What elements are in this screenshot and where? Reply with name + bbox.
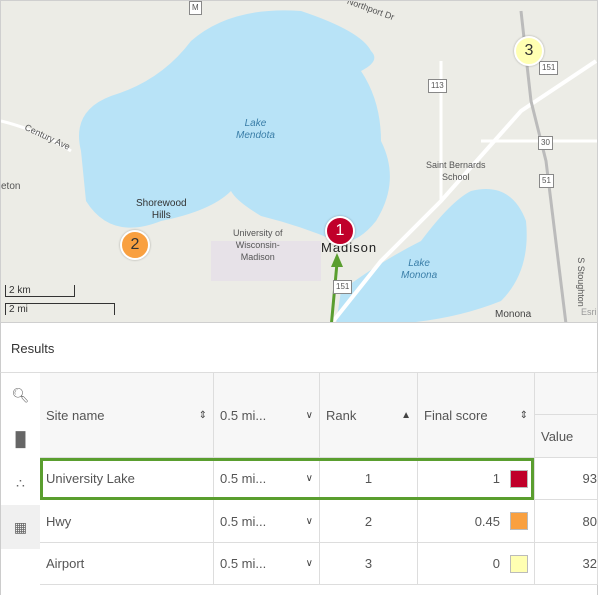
row-2-rank: 2 (320, 500, 418, 543)
header-site-name[interactable]: Site name ⇕ (40, 373, 214, 458)
row-3-value: 32 (535, 543, 598, 585)
highway-shield-icon: 51 (539, 174, 554, 188)
row-2-distance-select[interactable]: 0.5 mi... ∨ (214, 500, 320, 543)
lake-monona-label: Lake Monona (401, 258, 438, 281)
lake-mendota-label: Lake Mendota (236, 118, 275, 141)
chevron-down-icon: ∨ (305, 558, 313, 569)
header-group (535, 373, 598, 415)
results-header: Results (0, 323, 598, 373)
row-3-distance-select[interactable]: 0.5 mi... ∨ (214, 543, 320, 585)
chevron-down-icon: ∨ (305, 473, 313, 484)
row-1-rank: 1 (320, 458, 418, 500)
color-swatch (510, 512, 528, 530)
sort-icon[interactable]: ⇕ (520, 410, 528, 421)
scale-bar-km: 2 km (5, 285, 75, 297)
color-swatch (510, 469, 528, 488)
header-rank[interactable]: Rank ▲ (320, 373, 418, 458)
color-swatch (510, 554, 528, 573)
row-1-value: 93 (535, 458, 598, 500)
row-2-site[interactable]: Hwy (40, 500, 214, 543)
sort-icon[interactable]: ⇕ (199, 410, 207, 421)
row-1-site[interactable]: University Lake (40, 458, 214, 500)
highway-shield-icon: M (189, 1, 202, 15)
site-marker-1[interactable]: 1 (325, 216, 355, 246)
row-3-score: 0 (418, 543, 535, 585)
row-2-value: 80 (535, 500, 598, 543)
row-1-score: 1 (418, 458, 535, 500)
s-stoughton-label: S Stoughton (575, 257, 586, 307)
header-distance[interactable]: 0.5 mi... ∨ (214, 373, 320, 458)
row-1-distance-select[interactable]: 0.5 mi... ∨ (214, 458, 320, 500)
table-icon[interactable]: ▦ (1, 505, 40, 549)
header-final-score[interactable]: Final score ⇕ (418, 373, 535, 458)
scatter-plot-icon[interactable]: ∴ (1, 461, 40, 505)
monona-label: Monona (495, 309, 532, 320)
site-marker-3[interactable]: 3 (514, 36, 544, 66)
uw-label: University of Wisconsin- Madison (233, 228, 283, 262)
eton-label: eton (1, 181, 21, 192)
map-view[interactable]: Lake Mendota Lake Monona Madison Shorewo… (0, 0, 598, 323)
results-title: Results (11, 341, 55, 356)
header-value[interactable]: Value (535, 415, 598, 458)
basemap (1, 10, 597, 322)
results-sidebar: 🔍︎ ▐▌ ∴ ▦ (0, 373, 40, 595)
highway-shield-icon: 151 (539, 61, 559, 75)
esri-attribution[interactable]: Esri (581, 306, 597, 318)
highway-shield-icon: 113 (428, 79, 447, 93)
chevron-down-icon[interactable]: ∨ (306, 410, 313, 421)
madison-label: Madison (321, 240, 378, 255)
results-table: Site name ⇕ 0.5 mi... ∨ Rank ▲ Final score ⇕… (40, 373, 598, 595)
chevron-down-icon: ∨ (305, 515, 313, 527)
row-3-site[interactable]: Airport (40, 543, 214, 585)
row-3-rank: 3 (320, 543, 418, 585)
scale-bar-mi: 2 mi (5, 303, 115, 315)
saint-bernards-label: Saint Bernards School (426, 160, 486, 182)
zoom-chart-icon[interactable]: 🔍︎ (1, 373, 40, 417)
highway-shield-icon: 151 (333, 280, 353, 294)
site-marker-2[interactable]: 2 (120, 230, 150, 260)
highway-shield-icon: 30 (538, 136, 553, 150)
row-2-score: 0.45 (418, 500, 535, 543)
shorewood-label: Shorewood Hills (136, 198, 187, 221)
bar-chart-icon[interactable]: ▐▌ (1, 417, 40, 461)
sort-ascending-icon[interactable]: ▲ (401, 410, 411, 421)
